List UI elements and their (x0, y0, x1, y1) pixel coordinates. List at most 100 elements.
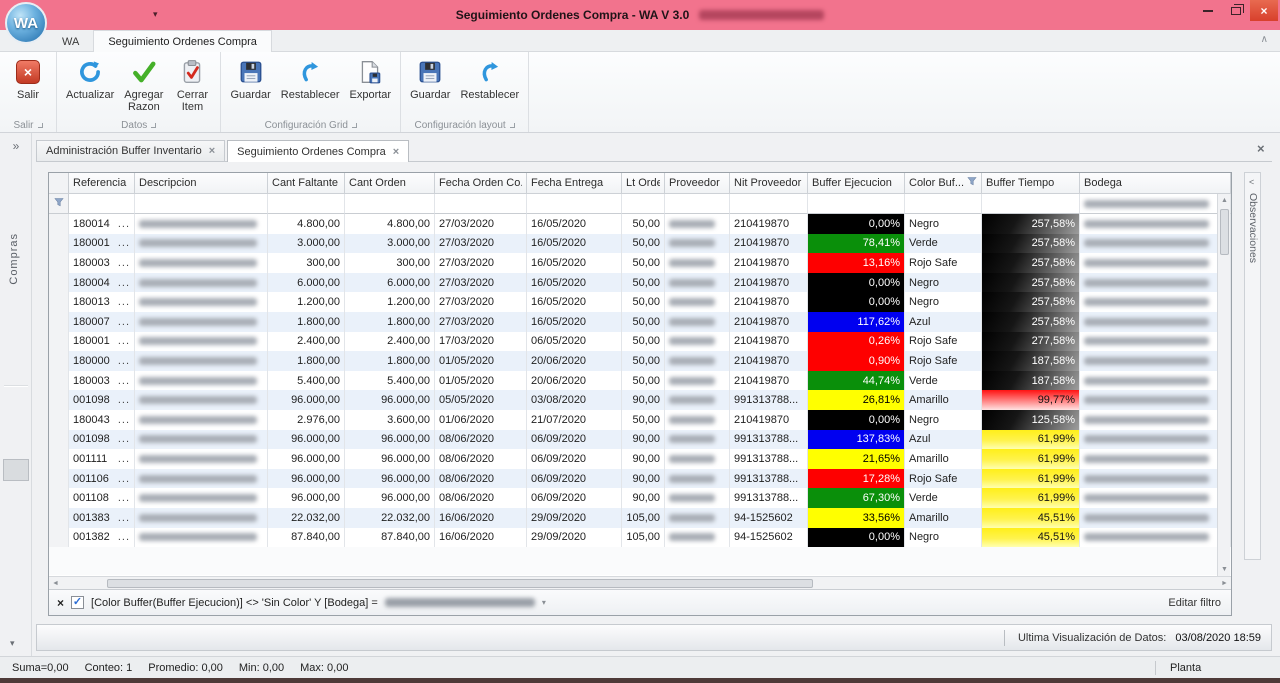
group-dialog-launcher-icon[interactable] (352, 123, 357, 128)
row-edit-button[interactable]: ... (114, 316, 130, 328)
row-edit-button[interactable]: ... (114, 473, 130, 485)
filter-cell-color_buffer[interactable] (905, 194, 982, 214)
ribbon-tab-seguimiento-ordenes-compra[interactable]: Seguimiento Ordenes Compra (93, 30, 272, 52)
guardar-button[interactable]: Guardar (225, 55, 275, 101)
table-row[interactable]: 001098...96.000,0096.000,0005/05/202003/… (49, 390, 1231, 410)
horizontal-scrollbar[interactable]: ◄ ► (49, 576, 1231, 589)
ribbon-collapse-icon[interactable]: ∧ (1261, 34, 1268, 45)
row-edit-button[interactable]: ... (114, 414, 130, 426)
expand-panel-icon[interactable]: » (6, 139, 26, 155)
table-row[interactable]: 180014...4.800,004.800,0027/03/202016/05… (49, 214, 1231, 234)
group-dialog-launcher-icon[interactable] (38, 123, 43, 128)
column-header-fecha_orden[interactable]: Fecha Orden Co... (435, 173, 527, 194)
doc-tab-seguimiento-ordenes-compra[interactable]: Seguimiento Ordenes Compra× (227, 140, 409, 162)
restablecer-button[interactable]: Restablecer (276, 55, 345, 101)
vertical-scrollbar[interactable]: ▲ ▼ (1217, 194, 1230, 576)
actualizar-button[interactable]: Actualizar (61, 55, 119, 101)
column-filter-icon[interactable] (967, 173, 977, 193)
table-row[interactable]: 001111...96.000,0096.000,0008/06/202006/… (49, 449, 1231, 469)
filter-cell-buffer_tiempo[interactable] (982, 194, 1080, 214)
agregar-razon-button[interactable]: Agregar Razon (119, 55, 168, 113)
guardar-button[interactable]: Guardar (405, 55, 455, 101)
filter-cell-bodega[interactable] (1080, 194, 1231, 214)
filter-cell-fecha_orden[interactable] (435, 194, 527, 214)
row-edit-button[interactable]: ... (114, 375, 130, 387)
row-edit-button[interactable]: ... (114, 512, 130, 524)
column-header-color_buffer[interactable]: Color Buf... (905, 173, 982, 194)
table-row[interactable]: 001108...96.000,0096.000,0008/06/202006/… (49, 488, 1231, 508)
column-header-fecha_entrega[interactable]: Fecha Entrega (527, 173, 622, 194)
group-dialog-launcher-icon[interactable] (151, 123, 156, 128)
row-edit-button[interactable]: ... (114, 394, 130, 406)
row-edit-button[interactable]: ... (114, 277, 130, 289)
table-row[interactable]: 180043...2.976,003.600,0001/06/202021/07… (49, 410, 1231, 430)
tab-close-icon[interactable]: × (209, 141, 215, 161)
table-row[interactable]: 180000...1.800,001.800,0001/05/202020/06… (49, 351, 1231, 371)
column-header-proveedor[interactable]: Proveedor (665, 173, 730, 194)
scroll-left-icon[interactable]: ◄ (49, 577, 62, 589)
column-header-descripcion[interactable]: Descripcion (135, 173, 268, 194)
table-row[interactable]: 001098...96.000,0096.000,0008/06/202006/… (49, 430, 1231, 450)
filter-enabled-checkbox[interactable]: ✓ (71, 596, 84, 609)
filter-cell-fecha_entrega[interactable] (527, 194, 622, 214)
close-button[interactable]: × (1250, 0, 1278, 21)
row-edit-button[interactable]: ... (114, 335, 130, 347)
row-edit-button[interactable]: ... (114, 218, 130, 230)
column-header-cant_orden[interactable]: Cant Orden (345, 173, 435, 194)
filter-cell-descripcion[interactable] (135, 194, 268, 214)
filter-cell-cant_faltante[interactable] (268, 194, 345, 214)
doc-tab-administración-buffer-inventario[interactable]: Administración Buffer Inventario× (36, 140, 225, 161)
table-row[interactable]: 001106...96.000,0096.000,0008/06/202006/… (49, 469, 1231, 489)
cerrar-item-button[interactable]: Cerrar Item (168, 55, 216, 113)
filter-cell-cant_orden[interactable] (345, 194, 435, 214)
table-row[interactable]: 180007...1.800,001.800,0027/03/202016/05… (49, 312, 1231, 332)
table-row[interactable]: 180004...6.000,006.000,0027/03/202016/05… (49, 273, 1231, 293)
sidebar-collapsed-button[interactable] (3, 459, 29, 481)
grid-filter-row[interactable] (49, 194, 1231, 214)
row-edit-button[interactable]: ... (114, 433, 130, 445)
tab-close-icon[interactable]: × (393, 142, 399, 162)
table-row[interactable]: 001383...22.032,0022.032,0016/06/202029/… (49, 508, 1231, 528)
scroll-up-icon[interactable]: ▲ (1218, 194, 1231, 207)
row-edit-button[interactable]: ... (114, 237, 130, 249)
column-header-referencia[interactable]: Referencia (69, 173, 135, 194)
salir-button[interactable]: ×Salir (4, 55, 52, 101)
column-header-bodega[interactable]: Bodega (1080, 173, 1231, 194)
column-header-lt_orden[interactable]: Lt Orden (622, 173, 665, 194)
table-row[interactable]: 180013...1.200,001.200,0027/03/202016/05… (49, 292, 1231, 312)
row-edit-button[interactable]: ... (114, 492, 130, 504)
filter-cell-lt_orden[interactable] (622, 194, 665, 214)
table-row[interactable]: 180003...5.400,005.400,0001/05/202020/06… (49, 371, 1231, 391)
table-row[interactable]: 180001...3.000,003.000,0027/03/202016/05… (49, 234, 1231, 254)
filter-cell-buffer_ejecucion[interactable] (808, 194, 905, 214)
table-row[interactable]: 180001...2.400,002.400,0017/03/202006/05… (49, 332, 1231, 352)
app-logo[interactable]: WA (5, 2, 47, 44)
edit-filter-button[interactable]: Editar filtro (1168, 597, 1221, 609)
sidebar-dropdown-icon[interactable]: ▾ (10, 638, 15, 649)
column-header-buffer_tiempo[interactable]: Buffer Tiempo (982, 173, 1080, 194)
minimize-button[interactable] (1194, 0, 1222, 21)
filter-cell-referencia[interactable] (69, 194, 135, 214)
remove-filter-icon[interactable]: × (57, 596, 64, 610)
horizontal-scroll-thumb[interactable] (107, 579, 813, 588)
row-edit-button[interactable]: ... (114, 453, 130, 465)
column-header-buffer_ejecucion[interactable]: Buffer Ejecucion (808, 173, 905, 194)
close-document-icon[interactable]: × (1257, 141, 1276, 156)
sidebar-item-compras[interactable]: Compras (8, 233, 20, 285)
restore-button[interactable] (1222, 0, 1250, 21)
ribbon-tab-wa[interactable]: WA (48, 31, 93, 53)
filter-expression[interactable]: [Color Buffer(Buffer Ejecucion)] <> 'Sin… (91, 597, 378, 609)
filter-cell-proveedor[interactable] (665, 194, 730, 214)
column-header-nit[interactable]: Nit Proveedor (730, 173, 808, 194)
row-edit-button[interactable]: ... (114, 296, 130, 308)
row-edit-button[interactable]: ... (114, 531, 130, 543)
scroll-down-icon[interactable]: ▼ (1218, 563, 1231, 576)
exportar-button[interactable]: Exportar (345, 55, 397, 101)
group-dialog-launcher-icon[interactable] (510, 123, 515, 128)
filter-dropdown-icon[interactable]: ▾ (542, 598, 546, 607)
scroll-right-icon[interactable]: ► (1218, 577, 1231, 589)
table-row[interactable]: 001382...87.840,0087.840,0016/06/202029/… (49, 528, 1231, 548)
row-edit-button[interactable]: ... (114, 355, 130, 367)
filter-cell-nit[interactable] (730, 194, 808, 214)
table-row[interactable]: 180003...300,00300,0027/03/202016/05/202… (49, 253, 1231, 273)
